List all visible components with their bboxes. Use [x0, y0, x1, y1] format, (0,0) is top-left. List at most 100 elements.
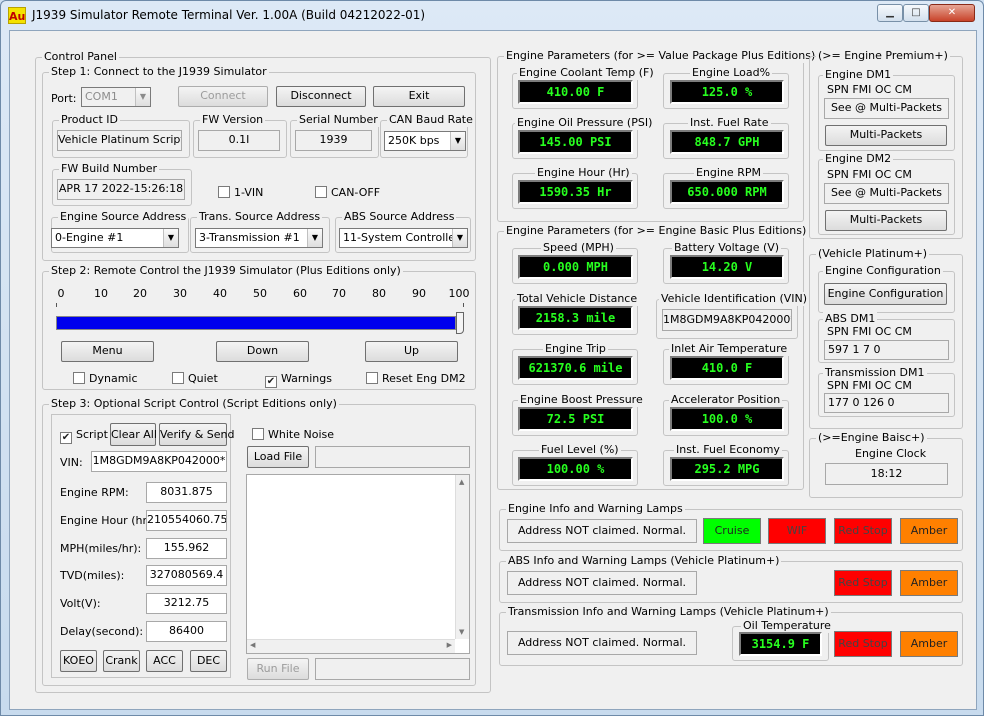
scroll-left-icon[interactable]: ◀: [250, 641, 255, 649]
step1-title: Step 1: Connect to the J1939 Simulator: [49, 65, 269, 79]
rpm-slider-track[interactable]: [56, 316, 456, 330]
param-label: Engine Hour (Hr): [535, 166, 632, 180]
close-button[interactable]: ✕: [929, 4, 975, 22]
checkmark-icon[interactable]: ✔: [60, 432, 72, 444]
dynamic-label: Dynamic: [89, 372, 138, 385]
vin-input[interactable]: 1M8GDM9A8KP042000*: [91, 451, 227, 472]
abs-amber-lamp: Amber: [900, 570, 958, 596]
file-path-field: [315, 446, 470, 468]
tick-label: 90: [412, 287, 426, 300]
title-bar[interactable]: Au J1939 Simulator Remote Terminal Ver. …: [1, 1, 983, 29]
crank-button[interactable]: Crank: [103, 650, 140, 672]
trans-source-value: 3-Transmission #1: [199, 231, 300, 244]
dm2-header: SPN FMI OC CM: [827, 168, 912, 181]
checkbox-box[interactable]: [366, 372, 378, 384]
checkmark-icon[interactable]: ✔: [265, 376, 277, 388]
warnings-checkbox[interactable]: ✔ Warnings: [265, 372, 332, 388]
scroll-down-icon[interactable]: ▼: [459, 628, 464, 636]
chevron-down-icon: ▼: [450, 132, 465, 150]
script-field-label: Delay(second):: [60, 625, 144, 638]
maximize-button[interactable]: □: [903, 4, 929, 22]
mph-input[interactable]: 155.962: [146, 538, 227, 559]
minimize-button[interactable]: ▁: [877, 4, 903, 22]
scroll-up-icon[interactable]: ▲: [459, 478, 464, 486]
trans-amber-lamp: Amber: [900, 631, 958, 657]
client-area: Control Panel Step 1: Connect to the J19…: [9, 30, 977, 710]
wif-lamp: WIF: [768, 518, 826, 544]
dec-button[interactable]: DEC: [190, 650, 227, 672]
boost-pressure-display: 72.5 PSI: [518, 407, 633, 431]
engine-rpm-input[interactable]: 8031.875: [146, 482, 227, 503]
fw-version-field: 0.1I: [198, 130, 280, 151]
checkbox-box[interactable]: [73, 372, 85, 384]
exit-button[interactable]: Exit: [373, 86, 465, 107]
param-label: Engine Oil Pressure (PSI): [515, 116, 655, 130]
abs-source-select[interactable]: 11-System Controller ▼: [339, 228, 468, 248]
verify-send-button[interactable]: Verify & Send: [159, 423, 234, 446]
port-select[interactable]: COM1 ▼: [81, 87, 151, 107]
oil-temp-label: Oil Temperature: [741, 619, 833, 633]
menu-button[interactable]: Menu: [61, 341, 154, 362]
basic-params-title: Engine Parameters (for >= Engine Basic P…: [504, 224, 809, 238]
engine-source-select[interactable]: 0-Engine #1 ▼: [51, 228, 179, 248]
script-field-label: Volt(V):: [60, 597, 101, 610]
dynamic-checkbox[interactable]: Dynamic: [73, 372, 138, 385]
port-value: COM1: [85, 90, 118, 103]
clear-all-button[interactable]: Clear All: [110, 423, 157, 446]
disconnect-button[interactable]: Disconnect: [276, 86, 366, 107]
engine-hour-input[interactable]: 210554060.75: [146, 510, 227, 531]
rpm-slider-thumb[interactable]: [456, 312, 464, 334]
horizontal-scrollbar[interactable]: ◀ ▶: [247, 639, 455, 653]
oil-temp-display: 3154.9 F: [739, 632, 822, 656]
param-label: Total Vehicle Distance: [515, 292, 640, 306]
koeo-button[interactable]: KOEO: [60, 650, 97, 672]
vin-display: 1M8GDM9A8KP042000*: [662, 309, 792, 331]
dm2-multi-packets-button[interactable]: Multi-Packets: [825, 210, 947, 231]
window-title: J1939 Simulator Remote Terminal Ver. 1.0…: [32, 8, 426, 22]
serial-number-field: 1939: [295, 130, 372, 151]
acc-button[interactable]: ACC: [146, 650, 183, 672]
cruise-lamp: Cruise: [703, 518, 761, 544]
engine-source-value: 0-Engine #1: [55, 231, 124, 244]
up-button[interactable]: Up: [365, 341, 458, 362]
scroll-right-icon[interactable]: ▶: [447, 641, 452, 649]
canoff-checkbox[interactable]: CAN-OFF: [315, 186, 380, 199]
script-field-label: TVD(miles):: [60, 569, 125, 582]
trans-source-select[interactable]: 3-Transmission #1 ▼: [195, 228, 323, 248]
volt-input[interactable]: 3212.75: [146, 593, 227, 614]
white-noise-checkbox[interactable]: White Noise: [252, 428, 334, 441]
tick-label: 20: [133, 287, 147, 300]
checkbox-box[interactable]: [172, 372, 184, 384]
trans-lamps-title: Transmission Info and Warning Lamps (Veh…: [506, 605, 831, 619]
checkbox-box[interactable]: [315, 186, 327, 198]
tvd-input[interactable]: 327080569.4: [146, 565, 227, 586]
run-file-button[interactable]: Run File: [247, 658, 309, 680]
script-checkbox[interactable]: ✔ Script: [60, 428, 108, 444]
engine-config-button[interactable]: Engine Configuration: [824, 283, 947, 305]
engine-config-title: Engine Configuration: [823, 264, 943, 278]
tick-label: 60: [293, 287, 307, 300]
checkbox-box[interactable]: [252, 428, 264, 440]
vertical-scrollbar[interactable]: ▲ ▼: [455, 475, 469, 639]
slider-ticks: [56, 303, 464, 307]
quiet-checkbox[interactable]: Quiet: [172, 372, 218, 385]
trans-dm1-header: SPN FMI OC CM: [827, 379, 912, 392]
checkbox-box[interactable]: [218, 186, 230, 198]
script-text-area[interactable]: ▲ ▼ ◀ ▶: [246, 474, 470, 654]
param-label: Engine Boost Pressure: [518, 393, 645, 407]
premium-title: (>= Engine Premium+): [816, 49, 950, 63]
connect-button[interactable]: Connect: [178, 86, 268, 107]
vin1-label: 1-VIN: [234, 186, 264, 199]
vin1-checkbox[interactable]: 1-VIN: [218, 186, 263, 199]
delay-input[interactable]: 86400: [146, 621, 227, 642]
abs-dm1-values: 597 1 7 0: [824, 340, 949, 360]
chevron-down-icon: ▼: [452, 229, 467, 247]
baud-rate-select[interactable]: 250K bps ▼: [384, 131, 466, 151]
script-label: Script: [76, 428, 108, 441]
down-button[interactable]: Down: [216, 341, 309, 362]
dm1-multi-packets-button[interactable]: Multi-Packets: [825, 125, 947, 146]
param-label: Inst. Fuel Economy: [674, 443, 782, 457]
reset-dm2-checkbox[interactable]: Reset Eng DM2: [366, 372, 466, 385]
inlet-air-display: 410.0 F: [670, 356, 784, 380]
load-file-button[interactable]: Load File: [247, 446, 309, 468]
